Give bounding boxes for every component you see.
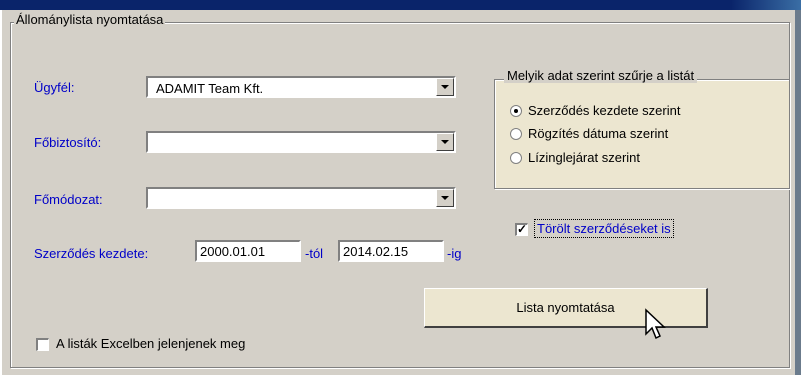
- excel-checkbox-label: A listák Excelben jelenjenek meg: [56, 336, 246, 351]
- client-combo[interactable]: ADAMIT Team Kft.: [146, 76, 456, 98]
- chevron-down-icon[interactable]: [436, 189, 454, 207]
- radio-option-record-date[interactable]: Rögzítés dátuma szerint: [510, 126, 668, 141]
- radio-option-contract-start[interactable]: Szerződés kezdete szerint: [510, 103, 680, 118]
- mode-combo[interactable]: [146, 187, 456, 209]
- chevron-down-icon[interactable]: [436, 78, 454, 96]
- mouse-cursor-icon: [645, 308, 666, 340]
- radio-label: Lízinglejárat szerint: [528, 150, 640, 165]
- deleted-contracts-label: Törölt szerződéseket is: [534, 219, 674, 238]
- from-suffix: -tól: [305, 246, 324, 261]
- client-label: Ügyfél:: [34, 80, 75, 95]
- to-suffix: -ig: [447, 246, 462, 261]
- radio-label: Rögzítés dátuma szerint: [528, 126, 669, 141]
- insurer-label: Főbiztosító:: [34, 135, 102, 150]
- date-to-input[interactable]: 2014.02.15: [338, 240, 444, 262]
- radio-option-leasing-expiry[interactable]: Lízinglejárat szerint: [510, 150, 640, 165]
- radio-selected-icon[interactable]: [510, 104, 522, 117]
- contract-start-label: Szerződés kezdete:: [34, 246, 149, 261]
- radio-icon[interactable]: [510, 151, 522, 164]
- group-title: Állománylista nyomtatása: [14, 12, 166, 27]
- date-from-input[interactable]: 2000.01.01: [195, 240, 301, 262]
- client-combo-value: ADAMIT Team Kft.: [156, 81, 264, 96]
- chevron-down-icon[interactable]: [436, 133, 454, 151]
- radio-icon[interactable]: [510, 127, 522, 140]
- excel-checkbox[interactable]: [36, 338, 49, 351]
- title-bar-accent: [731, 0, 801, 10]
- title-bar: [0, 0, 801, 10]
- mode-label: Főmódozat:: [34, 192, 103, 207]
- radio-label: Szerződés kezdete szerint: [528, 103, 681, 118]
- filter-panel-title: Melyik adat szerint szűrje a listát: [504, 68, 698, 83]
- insurer-combo[interactable]: [146, 131, 456, 153]
- print-list-button-label: Lista nyomtatása: [516, 300, 615, 315]
- deleted-contracts-checkbox[interactable]: [515, 222, 528, 236]
- window-right-border: [795, 10, 801, 375]
